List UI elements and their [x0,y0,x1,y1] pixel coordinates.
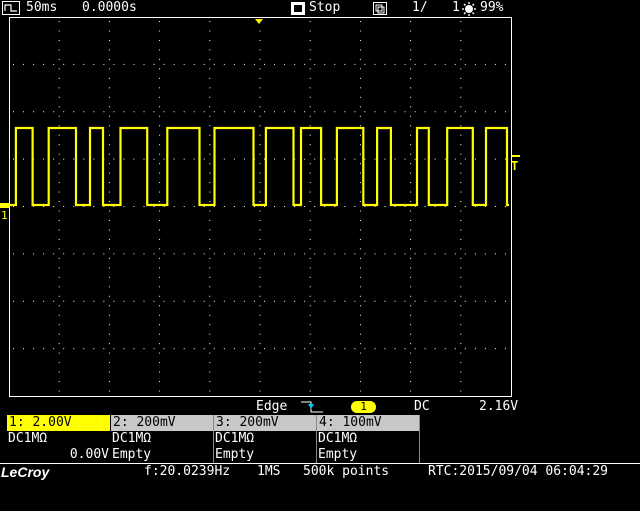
rtc-clock: RTC:2015/09/04 06:04:29 [428,464,609,479]
trigger-source-badge[interactable]: 1 [351,401,376,413]
channel-4-coupling: DC1MΩ [318,431,358,446]
channel-1-coupling: DC1MΩ [8,431,48,446]
battery-level: 99% [480,0,504,15]
channel-4-panel[interactable]: 4: 100mV DC1MΩ Empty [317,415,420,463]
bottom-status-bar: LeCroy f:20.0239Hz 1MS 500k points RTC:2… [0,463,640,480]
trigger-level-label: T [511,159,519,173]
channel-3-state: Empty [215,447,255,462]
history-icon[interactable] [373,2,387,15]
graticule-border [9,17,512,397]
channel-1-offset-row: ofs 0.00V [7,447,110,478]
frequency-readout: f:20.0239Hz [144,464,231,479]
trigger-type[interactable]: Edge [256,399,287,415]
run-state[interactable]: Stop [309,0,340,16]
channel-3-scale[interactable]: 3: 200mV [214,415,316,431]
sequence-index: 1/ [412,0,428,15]
delay-value[interactable]: 0.0000s [82,0,137,16]
channel-3-coupling: DC1MΩ [215,431,255,446]
timebase-value[interactable]: 50ms [26,0,57,16]
trigger-level[interactable]: 2.16V [479,399,518,415]
channel-3-panel[interactable]: 3: 200mV DC1MΩ Empty [214,415,317,463]
channel-2-state: Empty [112,447,152,462]
graticule-grid [13,21,506,392]
sequence-count: 1 [452,0,460,15]
channel-1-offset-value: 0.00V [69,447,109,462]
timebase-icon[interactable] [2,1,20,15]
channel-4-state: Empty [318,447,358,462]
channel-1-panel[interactable]: 1: 2.00V DC1MΩ ofs 0.00V [7,415,110,478]
brand-logo: LeCroy [1,464,50,480]
record-length: 500k points [303,464,390,479]
sample-rate: 1MS [257,464,281,479]
channel-1-trace [9,126,509,207]
channel-2-panel[interactable]: 2: 200mV DC1MΩ Empty [111,415,214,463]
channel-2-scale[interactable]: 2: 200mV [111,415,213,431]
trigger-position-marker [255,19,263,24]
rising-edge-icon [301,401,323,413]
ground-marker-label: 1 [1,209,8,222]
brightness-icon[interactable] [462,2,476,16]
top-status-bar: 50ms 0.0000s Stop 1/ 1 99% [0,0,640,17]
channel-4-scale[interactable]: 4: 100mV [317,415,419,431]
trigger-coupling[interactable]: DC [414,399,430,415]
waveform-display[interactable] [9,17,512,397]
stop-icon[interactable] [291,2,305,15]
channel-1-scale[interactable]: 1: 2.00V [7,415,110,431]
channel-2-coupling: DC1MΩ [112,431,152,446]
